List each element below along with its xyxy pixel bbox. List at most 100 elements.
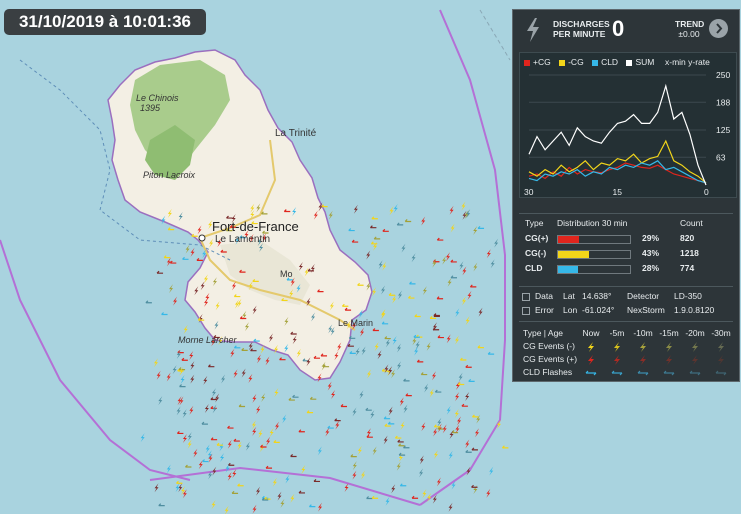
header-type: Type (525, 218, 544, 228)
percent-value: 28% (642, 263, 660, 273)
lat-label: Lat (563, 291, 575, 301)
age-icon-row (588, 355, 724, 365)
age-col-30m: -30m (711, 328, 731, 338)
age-row-label: CG Events (-) (523, 341, 575, 351)
distribution-row-cgplus: CG(+) 29% 820 (519, 233, 735, 248)
cld-flash-icon (637, 370, 649, 376)
x-tick-label: 0 (704, 187, 709, 197)
distribution-row-cgminus: CG(-) 43% 1218 (519, 248, 735, 263)
lightning-icon (718, 355, 724, 365)
age-col-now: Now (582, 328, 600, 338)
age-header: Type | Age Now -5m -10m -15m -20m -30m (519, 328, 735, 341)
discharges-label-line1: DISCHARGES (553, 19, 610, 29)
series-line-cg (528, 139, 707, 184)
timestamp-label: 31/10/2019 à 10:01:36 (4, 9, 206, 35)
lightning-icon (666, 342, 672, 352)
info-section: Data Lat 14.638° Detector LD-350 Error L… (519, 291, 735, 319)
x-tick-label: 15 (613, 187, 623, 197)
lon-label: Lon (563, 305, 578, 315)
header-distribution: Distribution 30 min (557, 218, 628, 228)
cld-flash-icon (585, 370, 597, 376)
lightning-icon (588, 355, 594, 365)
type-label: CLD (525, 263, 543, 273)
lat-value: 14.638° (582, 291, 612, 301)
distribution-bar (557, 265, 631, 274)
age-icon-row (585, 370, 727, 376)
percent-value: 43% (642, 248, 660, 258)
place-le-lamentin: Le Lamentin (215, 234, 270, 245)
series-line-cg (528, 162, 707, 184)
detector-label: Detector (627, 291, 660, 301)
distribution-bar-fill (558, 251, 589, 258)
chevron-right-icon (716, 23, 723, 34)
cld-flash-icon (611, 370, 623, 376)
age-col-20m: -20m (685, 328, 705, 338)
place-la-trinite: La Trinité (275, 128, 317, 139)
lightning-icon (640, 355, 646, 365)
cld-flash-icon (689, 370, 701, 376)
y-tick-label: 63 (716, 152, 726, 162)
city-marker (198, 234, 206, 242)
percent-value: 29% (642, 233, 660, 243)
discharge-panel: DISCHARGES PER MINUTE 0 TREND ±0.00 +CG … (512, 9, 740, 382)
age-row-cg-minus: CG Events (-) (519, 341, 735, 354)
cld-flash-icon (663, 370, 675, 376)
lightning-icon (614, 355, 620, 365)
age-header-type: Type | Age (523, 328, 564, 338)
place-le-marin: Le Marin (338, 318, 373, 328)
header-count: Count (680, 218, 703, 228)
count-value: 820 (680, 233, 695, 243)
distribution-row-cld: CLD 28% 774 (519, 263, 735, 278)
detector-value: LD-350 (674, 291, 702, 301)
distribution-table: Type Distribution 30 min Count CG(+) 29%… (519, 218, 735, 278)
count-value: 774 (680, 263, 695, 273)
age-row-cld: CLD Flashes (519, 367, 735, 380)
y-tick-label: 250 (716, 70, 730, 80)
y-tick-label: 188 (716, 97, 730, 107)
divider (519, 213, 733, 214)
x-tick-label: 30 (524, 187, 534, 197)
divider (519, 286, 733, 287)
lightning-icon (640, 342, 646, 352)
next-arrow-button[interactable] (709, 19, 728, 38)
lightning-icon (527, 18, 539, 42)
distribution-bar-fill (558, 266, 579, 273)
age-col-15m: -15m (659, 328, 679, 338)
cld-flash-icon (715, 370, 727, 376)
age-col-10m: -10m (633, 328, 653, 338)
place-mo: Mo (280, 269, 293, 279)
error-label: Error (535, 305, 554, 315)
place-le-chinois: Le Chinois (136, 93, 179, 103)
trend-label: TREND (675, 19, 705, 29)
place-fort-de-france: Fort-de-France (212, 219, 299, 234)
panel-header: DISCHARGES PER MINUTE 0 TREND ±0.00 (513, 10, 739, 50)
age-col-5m: -5m (609, 328, 625, 338)
trend-block: TREND ±0.00 (675, 19, 705, 39)
error-checkbox[interactable] (522, 307, 530, 315)
data-label: Data (535, 291, 553, 301)
place-le-chinois-altitude: 1395 (140, 103, 161, 113)
info-row-data: Data Lat 14.638° Detector LD-350 (519, 291, 735, 305)
age-icon-row (588, 342, 724, 352)
info-row-error: Error Lon -61.024° NexStorm 1.9.0.8120 (519, 305, 735, 319)
distribution-bar-fill (558, 236, 579, 243)
count-value: 1218 (680, 248, 699, 258)
type-label: CG(+) (525, 233, 549, 243)
age-table: Type | Age Now -5m -10m -15m -20m -30m C… (519, 328, 735, 380)
lightning-icon (588, 342, 594, 352)
lightning-icon (718, 342, 724, 352)
discharges-value: 0 (612, 16, 625, 41)
place-piton-lacroix: Piton Lacroix (143, 170, 196, 180)
type-header: Type (523, 328, 542, 338)
type-label: CG(-) (525, 248, 547, 258)
distribution-header: Type Distribution 30 min Count (519, 218, 735, 233)
age-header-label: Age (547, 328, 564, 338)
age-row-cg-plus: CG Events (+) (519, 354, 735, 367)
lightning-icon (692, 342, 698, 352)
divider (519, 321, 733, 322)
data-checkbox[interactable] (522, 293, 530, 301)
software-version: 1.9.0.8120 (674, 305, 715, 315)
lightning-icon (692, 355, 698, 365)
age-row-label: CG Events (+) (523, 354, 578, 364)
distribution-bar (557, 235, 631, 244)
